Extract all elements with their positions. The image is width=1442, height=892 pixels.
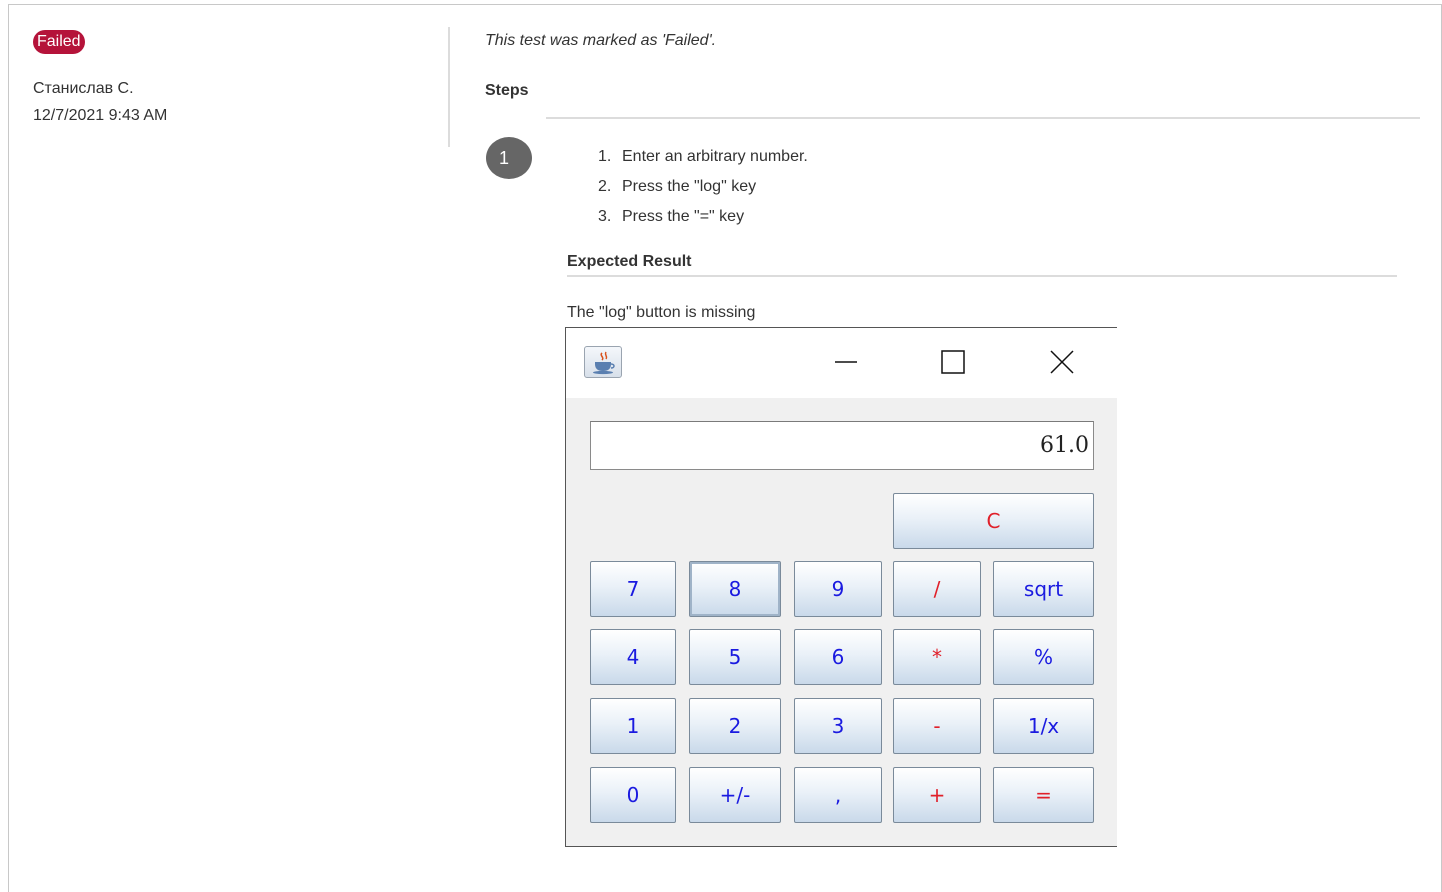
step-line-number: 3.	[598, 208, 612, 225]
status-badge: Failed	[33, 30, 85, 54]
steps-heading: Steps	[485, 82, 529, 99]
minimize-icon[interactable]	[828, 346, 864, 378]
key-5[interactable]: 5	[689, 629, 781, 685]
key-4[interactable]: 4	[590, 629, 676, 685]
key-negate[interactable]: +/-	[689, 767, 781, 823]
key-9[interactable]: 9	[794, 561, 882, 617]
step-line: 2. Press the "log" key	[598, 176, 808, 206]
key-0[interactable]: 0	[590, 767, 676, 823]
expected-result-divider	[567, 275, 1397, 277]
key-7[interactable]: 7	[590, 561, 676, 617]
key-add[interactable]: +	[893, 767, 981, 823]
calculator-display: 61.0	[590, 421, 1094, 470]
result-timestamp: 12/7/2021 9:43 AM	[33, 107, 168, 124]
key-percent[interactable]: %	[993, 629, 1094, 685]
step-line-number: 1.	[598, 148, 612, 165]
step-line-text: Press the "log" key	[622, 178, 757, 195]
key-sqrt[interactable]: sqrt	[993, 561, 1094, 617]
step-line: 1. Enter an arbitrary number.	[598, 146, 808, 176]
column-divider	[448, 27, 450, 147]
close-icon[interactable]	[1044, 346, 1080, 378]
steps-divider	[546, 117, 1420, 119]
step-line-text: Press the "=" key	[622, 208, 745, 225]
key-decimal[interactable]: ,	[794, 767, 882, 823]
key-2[interactable]: 2	[689, 698, 781, 754]
key-multiply[interactable]: *	[893, 629, 981, 685]
clear-button[interactable]: C	[893, 493, 1094, 549]
java-cup-icon	[584, 346, 622, 378]
step-line: 3. Press the "=" key	[598, 206, 808, 236]
key-reciprocal[interactable]: 1/x	[993, 698, 1094, 754]
author-name: Станислав С.	[33, 80, 134, 97]
step-line-text: Enter an arbitrary number.	[622, 148, 808, 165]
result-note: This test was marked as 'Failed'.	[485, 32, 717, 49]
maximize-icon[interactable]	[935, 346, 971, 378]
calculator-screenshot: 61.0 C 7 8 9 / sqrt 4 5 6 * % 1 2 3 - 1/…	[565, 327, 1117, 847]
key-equals[interactable]: =	[993, 767, 1094, 823]
expected-result-heading: Expected Result	[567, 253, 692, 270]
key-3[interactable]: 3	[794, 698, 882, 754]
step-line-number: 2.	[598, 178, 612, 195]
window-titlebar	[566, 328, 1117, 398]
key-8[interactable]: 8	[689, 561, 781, 617]
key-1[interactable]: 1	[590, 698, 676, 754]
expected-result-text: The "log" button is missing	[567, 304, 756, 321]
key-divide[interactable]: /	[893, 561, 981, 617]
step-list: 1. Enter an arbitrary number. 2. Press the…	[598, 146, 808, 236]
key-6[interactable]: 6	[794, 629, 882, 685]
step-number-badge: 1	[486, 137, 532, 179]
key-subtract[interactable]: -	[893, 698, 981, 754]
